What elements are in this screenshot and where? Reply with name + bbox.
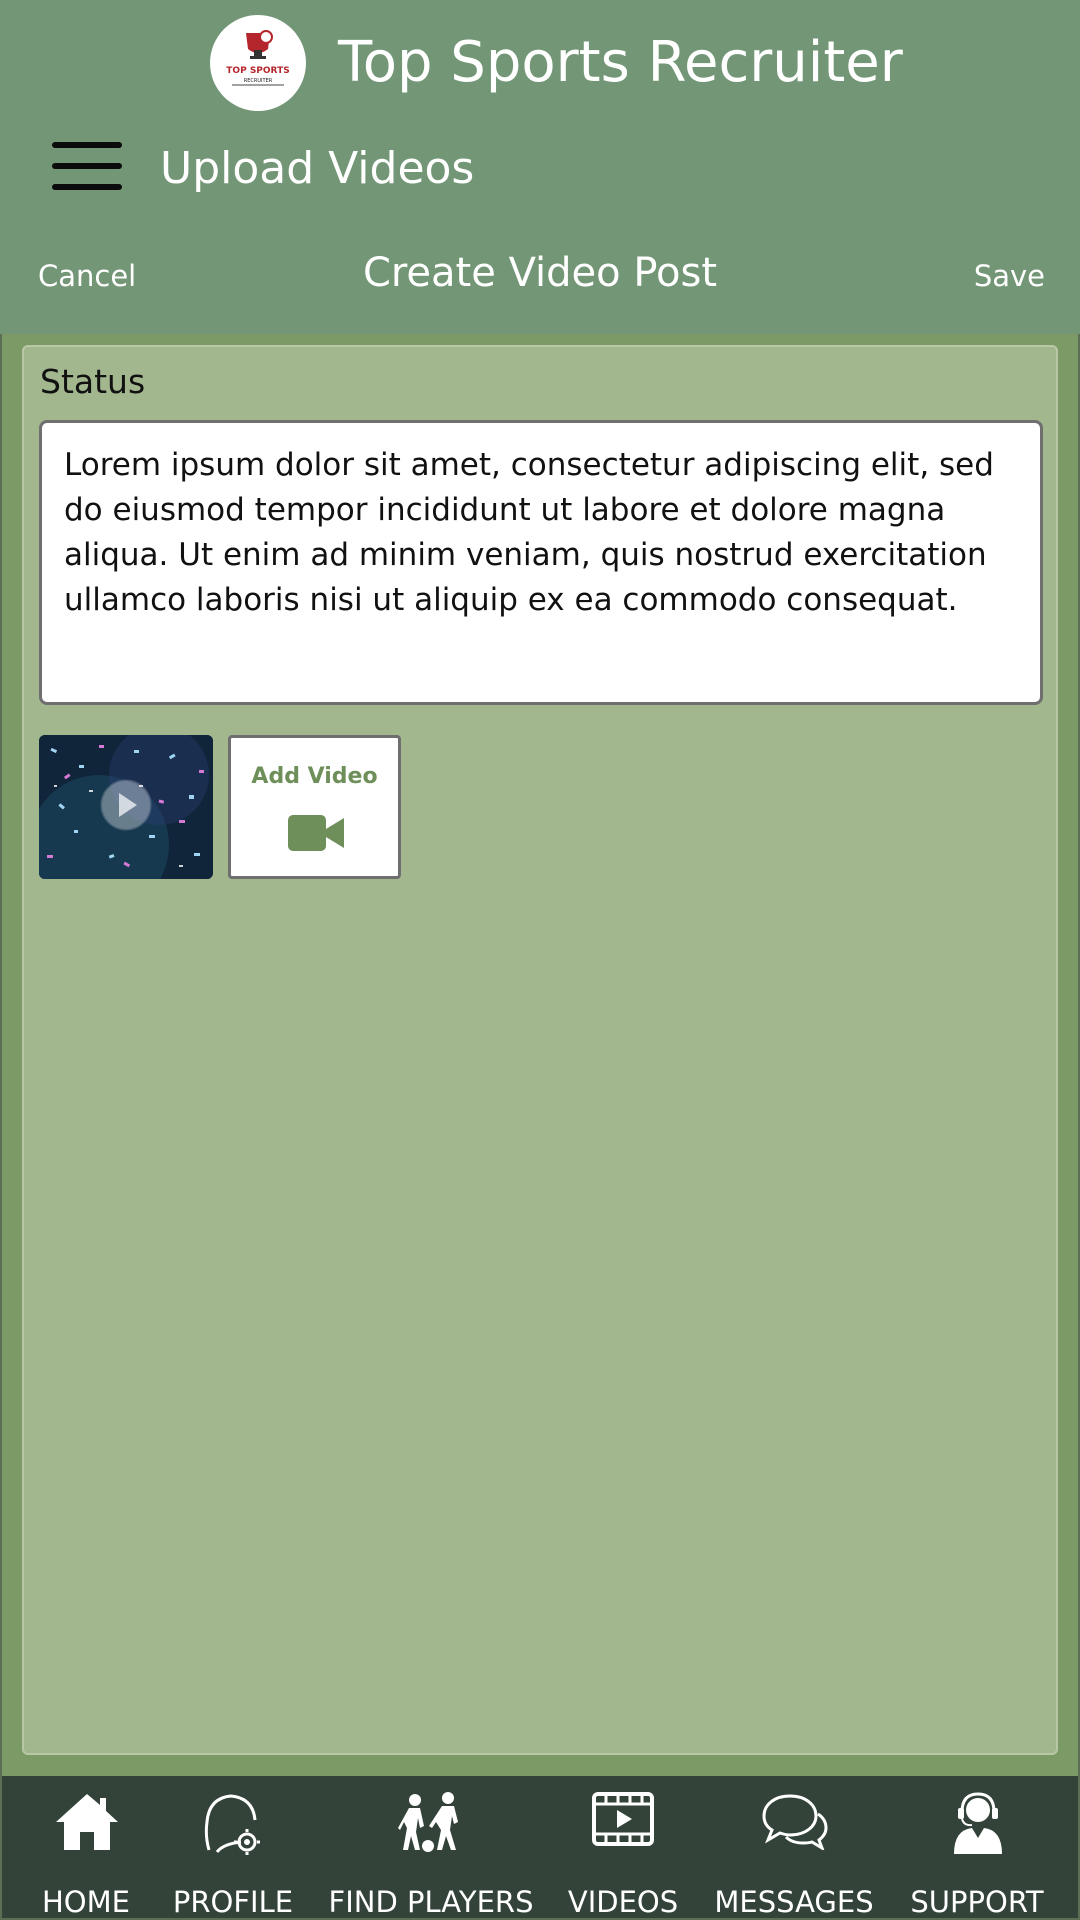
home-icon xyxy=(56,1794,118,1850)
nav-label-messages: MESSAGES xyxy=(714,1885,874,1919)
chat-bubbles-icon xyxy=(762,1794,828,1850)
nav-label-support: SUPPORT xyxy=(910,1885,1044,1919)
film-icon xyxy=(592,1792,654,1846)
hamburger-menu-icon[interactable] xyxy=(52,140,124,192)
nav-label-find-players: FIND PLAYERS xyxy=(328,1885,534,1919)
nav-item-find-players[interactable]: FIND PLAYERS xyxy=(320,1776,542,1919)
nav-item-home[interactable]: HOME xyxy=(16,1776,156,1919)
nav-label-profile: PROFILE xyxy=(172,1885,294,1919)
nav-item-profile[interactable]: PROFILE xyxy=(166,1776,300,1919)
video-thumbnail[interactable] xyxy=(39,735,213,879)
nav-item-videos[interactable]: VIDEOS xyxy=(558,1776,688,1919)
nav-item-messages[interactable]: MESSAGES xyxy=(708,1776,880,1919)
svg-text:TOP SPORTS: TOP SPORTS xyxy=(226,66,289,76)
profile-settings-icon xyxy=(204,1794,260,1855)
svg-text:RECRUITER: RECRUITER xyxy=(244,78,273,84)
add-video-button[interactable]: Add Video xyxy=(228,735,401,879)
app-logo: TOP SPORTS RECRUITER xyxy=(210,15,306,111)
players-icon xyxy=(398,1792,458,1852)
status-textarea[interactable]: Lorem ipsum dolor sit amet, consectetur … xyxy=(39,420,1043,705)
video-camera-icon xyxy=(288,815,344,851)
nav-item-support[interactable]: SUPPORT xyxy=(902,1776,1052,1919)
create-post-title: Create Video Post xyxy=(362,250,718,296)
page-title: Upload Videos xyxy=(160,143,475,194)
app-header: TOP SPORTS RECRUITER Top Sports Recruite… xyxy=(0,0,1080,334)
add-video-label: Add Video xyxy=(251,764,378,789)
headset-agent-icon xyxy=(954,1792,1002,1854)
bottom-nav: HOME PROFILE FIND PLAYERS VIDEOS MESSAGE… xyxy=(2,1776,1078,1919)
save-button[interactable]: Save xyxy=(974,259,1045,293)
app-title: Top Sports Recruiter xyxy=(338,30,903,95)
nav-label-home: HOME xyxy=(42,1885,130,1919)
status-label: Status xyxy=(40,362,146,401)
nav-label-videos: VIDEOS xyxy=(567,1885,679,1919)
play-icon xyxy=(100,779,152,831)
